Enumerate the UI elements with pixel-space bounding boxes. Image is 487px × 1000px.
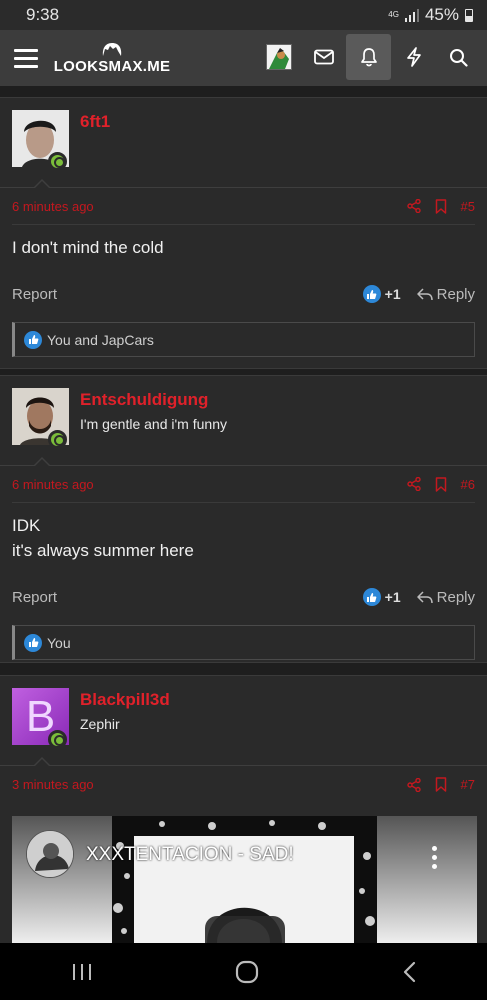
username[interactable]: Entschuldigung [80,390,208,410]
user-title: Zephir [80,716,120,732]
bookmark-icon[interactable] [435,777,447,792]
post-timestamp[interactable]: 6 minutes ago [12,477,94,492]
post-text-line: it's always summer here [12,541,194,560]
signal-icon [404,8,419,22]
video-title[interactable]: XXXTENTACION - SAD! [86,844,294,866]
recent-apps-icon[interactable] [71,963,93,981]
post-meta: 3 minutes ago #7 [12,766,475,803]
status-bar: 9:38 4G 45% [0,0,487,30]
post-number[interactable]: #6 [461,477,475,492]
site-logo[interactable]: LOOKSMAX.ME [54,41,170,75]
user-avatar [265,44,292,70]
like-count: +1 [384,589,401,605]
online-indicator [48,152,67,171]
username[interactable]: Blackpill3d [80,690,170,710]
like-button[interactable]: +1 [362,285,401,303]
search-icon [450,48,468,67]
video-embed[interactable]: XXXTENTACION - SAD! [12,816,477,943]
reply-button[interactable]: Reply [416,285,475,303]
post: Entschuldigung I'm gentle and i'm funny … [0,375,487,663]
back-icon[interactable] [402,961,416,983]
alerts-button[interactable] [346,34,391,80]
logo-text: LOOKSMAX.ME [53,58,171,75]
online-indicator [48,430,67,449]
post-author: Entschuldigung I'm gentle and i'm funny [0,376,487,467]
battery-icon [465,8,473,22]
post-meta: 6 minutes ago #5 [12,188,475,225]
reply-label: Reply [436,285,475,303]
report-button[interactable]: Report [12,286,57,303]
app-header: LOOKSMAX.ME [0,30,487,86]
username[interactable]: 6ft1 [80,112,110,132]
share-icon[interactable] [406,777,421,792]
online-indicator [48,730,67,749]
channel-avatar[interactable] [26,830,74,878]
thumbs-up-icon [24,633,42,652]
thumbs-up-icon [362,588,381,606]
reply-button[interactable]: Reply [416,588,475,606]
share-icon[interactable] [406,477,421,491]
status-time: 9:38 [26,5,60,24]
envelope-icon [313,49,334,65]
report-button[interactable]: Report [12,589,57,606]
thumbs-up-icon [24,330,42,349]
thread-content: 6ft1 6 minutes ago #5 I don't mind the c… [0,86,487,943]
bookmark-icon[interactable] [435,198,447,214]
post-body: I don't mind the cold [0,225,487,260]
reactions-summary[interactable]: You [12,625,475,660]
post-number[interactable]: #7 [461,777,475,792]
system-nav-bar [0,943,487,1000]
post-timestamp[interactable]: 6 minutes ago [12,199,94,214]
reply-icon [416,590,433,603]
post-actions: Report +1 Reply [0,274,487,314]
search-button[interactable] [436,34,481,80]
post-actions: Report +1 Reply [0,577,487,617]
reactions-summary[interactable]: You and JapCars [12,322,475,357]
home-icon[interactable] [235,960,259,984]
status-icons: 4G 45% [388,5,473,25]
menu-button[interactable] [0,30,52,86]
post-author: 6ft1 [0,98,487,189]
thumbs-up-icon [362,285,381,303]
post-body: IDK it's always summer here [0,503,487,563]
share-icon[interactable] [406,199,421,213]
bookmark-icon[interactable] [435,476,447,492]
user-title: I'm gentle and i'm funny [80,416,227,432]
reactions-text: You [47,634,71,651]
post: 6ft1 6 minutes ago #5 I don't mind the c… [0,97,487,369]
post-author: B Blackpill3d Zephir [0,676,487,767]
play-button[interactable] [205,916,285,943]
whats-new-button[interactable] [391,34,436,80]
post-meta: 6 minutes ago #6 [12,466,475,503]
inbox-button[interactable] [301,34,346,80]
post-number[interactable]: #5 [461,199,475,214]
reply-icon [416,287,433,300]
battery-percent: 45% [424,5,459,24]
bell-icon [360,48,377,67]
more-vert-icon[interactable] [432,846,437,869]
like-button[interactable]: +1 [362,588,401,606]
network-type: 4G [388,10,399,19]
post-text-line: IDK [12,516,41,535]
reply-label: Reply [436,588,475,606]
post-timestamp[interactable]: 3 minutes ago [12,777,94,792]
account-button[interactable] [256,34,301,80]
header-actions [256,34,481,80]
like-count: +1 [384,286,401,302]
logo-icon [102,43,122,56]
post-text: I don't mind the cold [12,238,164,257]
reactions-text: You and JapCars [47,331,154,348]
lightning-icon [406,47,421,67]
